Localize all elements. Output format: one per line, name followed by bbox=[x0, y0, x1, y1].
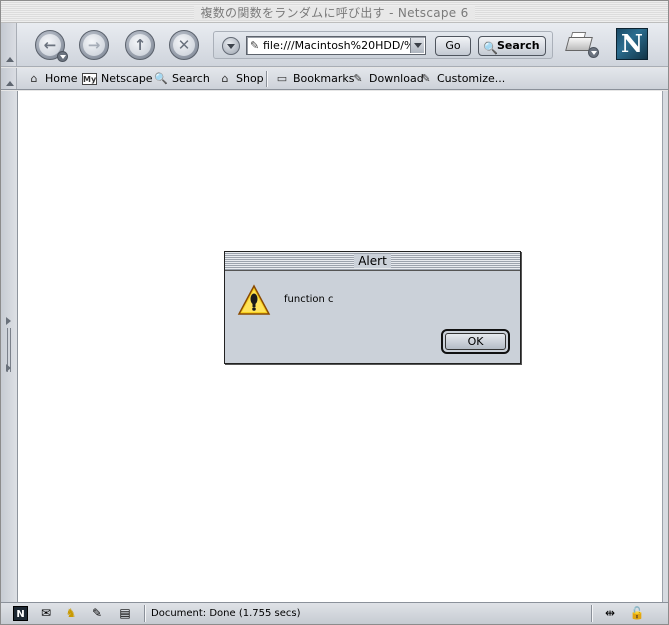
address-book-icon[interactable]: ▤ bbox=[115, 606, 135, 621]
window-right-edge bbox=[662, 91, 668, 602]
window-title: 複数の関数をランダムに呼び出す - Netscape 6 bbox=[194, 6, 475, 20]
forward-button[interactable]: → bbox=[79, 30, 109, 60]
toolbar-item-search[interactable]: 🔍 Search bbox=[154, 71, 210, 87]
toolbar-item-home[interactable]: ⌂ Home bbox=[27, 71, 78, 87]
status-text: Document: Done (1.755 secs) bbox=[151, 608, 301, 619]
url-history-dropdown[interactable] bbox=[222, 37, 240, 55]
toolbar-item-label: Netscape bbox=[101, 72, 153, 85]
personal-toolbar: ⌂ Home My Netscape 🔍 Search ⌂ Shop ▭ Boo… bbox=[1, 68, 668, 90]
instant-messenger-icon[interactable]: ♞ bbox=[63, 606, 79, 621]
search-button-label: Search bbox=[497, 39, 540, 52]
toolbar-item-label: Bookmarks bbox=[293, 72, 355, 85]
search-button[interactable]: 🔍 Search bbox=[478, 36, 546, 56]
title-bar[interactable]: 複数の関数をランダムに呼び出す - Netscape 6 bbox=[1, 1, 668, 23]
composer-icon[interactable]: ✎ bbox=[87, 606, 107, 621]
toolbar-item-label: Customize... bbox=[437, 72, 506, 85]
search-icon: 🔍 bbox=[154, 72, 168, 85]
print-button[interactable] bbox=[565, 31, 599, 59]
navigation-toolbar: ← → ↑ ✕ ✎ file:///Macintosh%20HDD/%9 Go … bbox=[1, 23, 668, 67]
home-icon: ⌂ bbox=[30, 72, 38, 85]
sidebar-open-arrow-icon bbox=[6, 364, 11, 372]
reload-icon: ↑ bbox=[129, 34, 151, 56]
magnifier-icon: 🔍 bbox=[483, 41, 498, 55]
url-bar-group: ✎ file:///Macintosh%20HDD/%9 Go 🔍 Search bbox=[213, 31, 553, 59]
bookmarks-folder-icon: ▭ bbox=[276, 72, 288, 85]
toolbar-item-netscape[interactable]: My Netscape bbox=[82, 71, 153, 87]
toolbar-item-download[interactable]: ✎ Download bbox=[351, 71, 424, 87]
back-button[interactable]: ← bbox=[35, 30, 68, 62]
netscape-throbber-icon[interactable]: N bbox=[616, 28, 648, 60]
bookmark-icon: ✎ bbox=[421, 72, 431, 85]
toolbar-item-label: Download bbox=[369, 72, 424, 85]
toolbar-separator bbox=[266, 71, 268, 87]
forward-arrow-icon: → bbox=[83, 34, 105, 56]
reload-button[interactable]: ↑ bbox=[125, 30, 155, 60]
toolbar-item-shop[interactable]: ⌂ Shop bbox=[218, 71, 264, 87]
alert-dialog: Alert function c OK bbox=[224, 251, 521, 364]
my-netscape-icon: My bbox=[82, 73, 97, 85]
back-history-dropdown[interactable] bbox=[57, 51, 68, 62]
shop-icon: ⌂ bbox=[221, 72, 229, 85]
status-bar: N ✉ ♞ ✎ ▤ Document: Done (1.755 secs) ⇹ … bbox=[1, 602, 668, 624]
print-dropdown[interactable] bbox=[588, 47, 599, 58]
toolbar-collapse-grip[interactable] bbox=[1, 23, 17, 66]
sidebar-open-arrow-icon bbox=[6, 317, 11, 325]
ok-button[interactable]: OK bbox=[441, 329, 510, 354]
toolbar-item-label: Search bbox=[172, 72, 210, 85]
warning-icon bbox=[237, 284, 271, 315]
netscape-icon[interactable]: N bbox=[13, 606, 28, 621]
page-proxy-icon[interactable]: ✎ bbox=[250, 39, 260, 52]
alert-title-bar[interactable]: Alert bbox=[225, 252, 520, 271]
status-separator bbox=[144, 605, 146, 622]
go-button[interactable]: Go bbox=[435, 36, 471, 56]
toolbar-item-customize[interactable]: ✎ Customize... bbox=[419, 71, 505, 87]
url-input[interactable]: ✎ file:///Macintosh%20HDD/%9 bbox=[246, 36, 426, 55]
url-text: file:///Macintosh%20HDD/%9 bbox=[263, 39, 422, 52]
toolbar-item-label: Home bbox=[45, 72, 78, 85]
security-lock-icon[interactable]: 🔓 bbox=[629, 606, 645, 621]
bookmark-icon: ✎ bbox=[353, 72, 363, 85]
mail-icon[interactable]: ✉ bbox=[37, 606, 55, 621]
toolbar-item-bookmarks[interactable]: ▭ Bookmarks bbox=[275, 71, 355, 87]
personal-toolbar-grip[interactable] bbox=[1, 68, 17, 89]
alert-message: function c bbox=[284, 294, 334, 305]
online-status-icon[interactable]: ⇹ bbox=[597, 606, 623, 621]
stop-icon: ✕ bbox=[173, 34, 195, 56]
toolbar-item-label: Shop bbox=[236, 72, 264, 85]
browser-window: 複数の関数をランダムに呼び出す - Netscape 6 ← → ↑ ✕ ✎ f… bbox=[0, 0, 669, 625]
alert-title: Alert bbox=[354, 254, 391, 268]
stop-button[interactable]: ✕ bbox=[169, 30, 199, 60]
status-separator bbox=[591, 605, 593, 622]
ok-button-label: OK bbox=[445, 333, 506, 350]
sidebar-splitter[interactable] bbox=[1, 91, 17, 602]
url-dropdown-arrow-icon[interactable] bbox=[410, 38, 424, 53]
